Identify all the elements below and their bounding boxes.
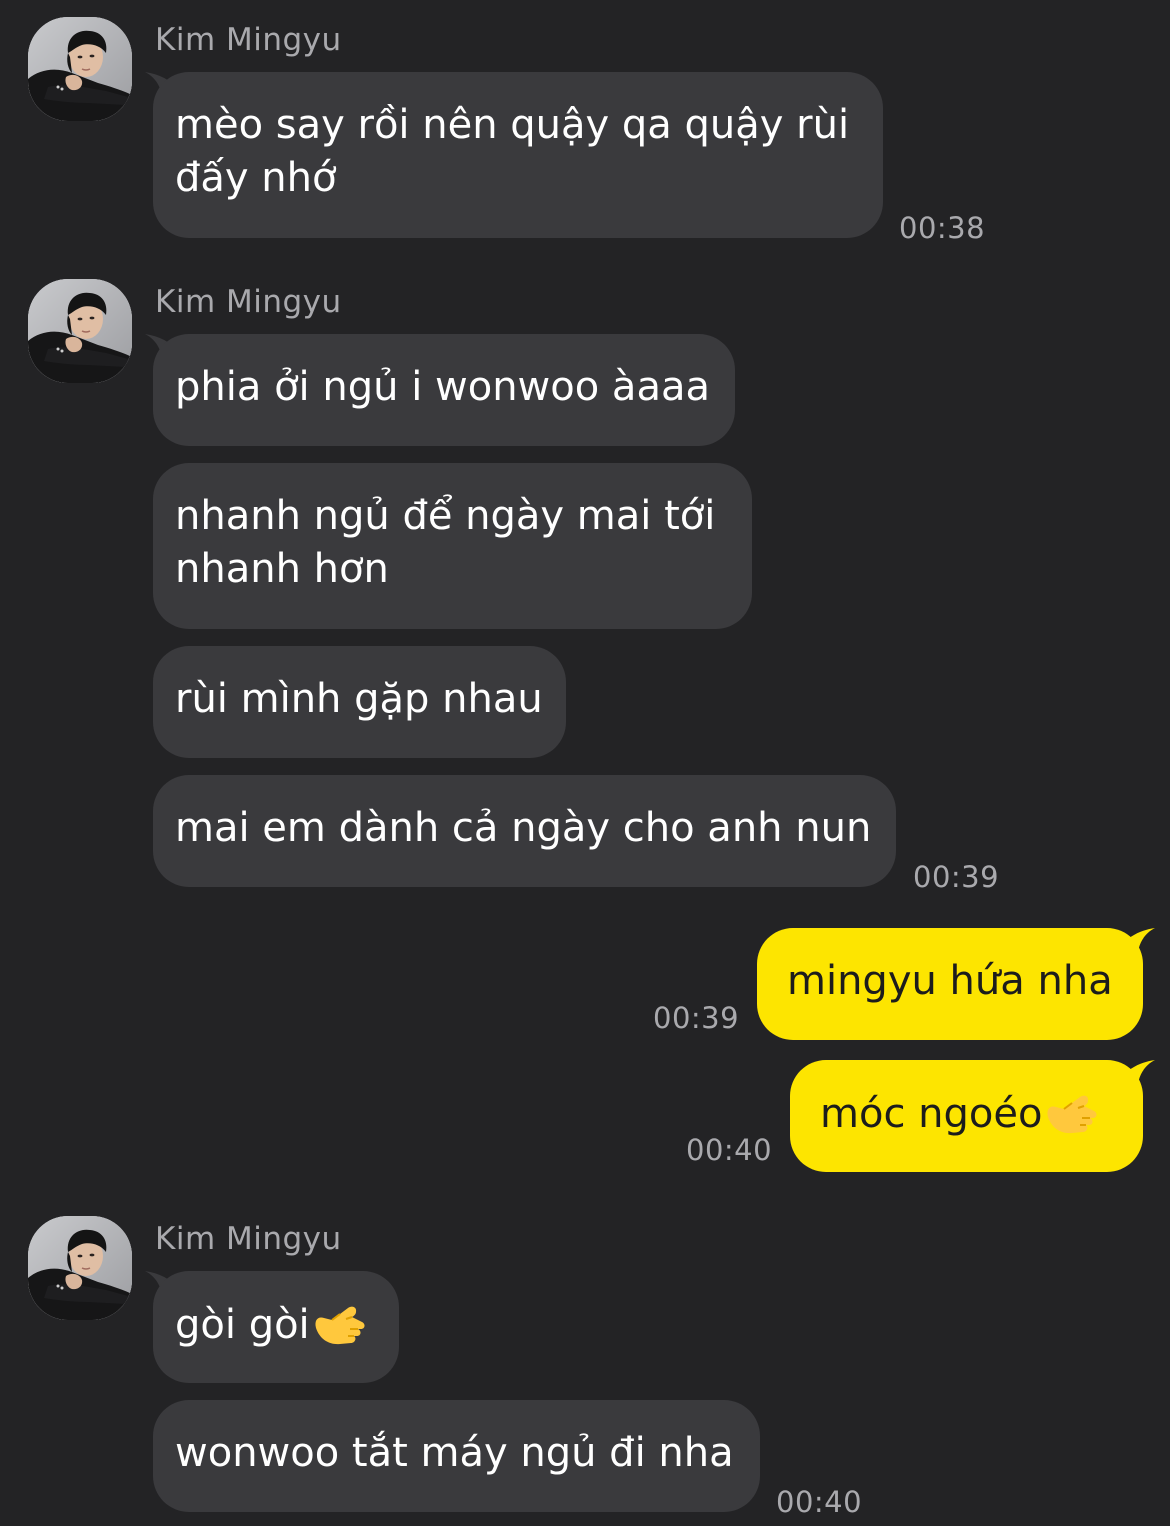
message-text: phia ởi ngủ i wonwoo àaaa xyxy=(175,364,710,410)
bubble-tail xyxy=(1121,1060,1155,1094)
message-text: gòi gòi xyxy=(175,1302,310,1348)
avatar[interactable] xyxy=(28,1216,132,1320)
message-text: mai em dành cả ngày cho anh nun xyxy=(175,805,872,851)
message-time: 00:40 xyxy=(776,1485,863,1519)
message-bubble[interactable]: nhanh ngủ để ngày mai tới nhanh hơn xyxy=(153,463,752,629)
message-text: mingyu hứa nha xyxy=(787,958,1113,1004)
sender-name: Kim Mingyu xyxy=(155,284,342,320)
call-me-hand-icon xyxy=(1042,1087,1098,1137)
message-bubble[interactable]: gòi gòi xyxy=(153,1271,399,1383)
message-text: mèo say rồi nên quậy qa quậy rùi đấy nhớ xyxy=(175,102,850,201)
sender-name: Kim Mingyu xyxy=(155,1221,342,1257)
message-time: 00:40 xyxy=(686,1133,773,1167)
message-bubble[interactable]: mèo say rồi nên quậy qa quậy rùi đấy nhớ xyxy=(153,72,883,238)
message-bubble-outgoing[interactable]: móc ngoéo xyxy=(790,1060,1143,1172)
message-text: móc ngoéo xyxy=(820,1091,1043,1137)
message-time: 00:39 xyxy=(913,860,1000,894)
message-bubble-outgoing[interactable]: mingyu hứa nha xyxy=(757,928,1143,1040)
message-time: 00:38 xyxy=(899,211,986,245)
bubble-tail xyxy=(1121,928,1155,962)
message-text: wonwoo tắt máy ngủ đi nha xyxy=(175,1430,734,1476)
call-me-hand-icon xyxy=(310,1298,366,1348)
message-text: nhanh ngủ để ngày mai tới nhanh hơn xyxy=(175,493,716,592)
avatar[interactable] xyxy=(28,17,132,121)
avatar[interactable] xyxy=(28,279,132,383)
message-text: rùi mình gặp nhau xyxy=(175,676,543,722)
message-time: 00:39 xyxy=(653,1001,740,1035)
sender-name: Kim Mingyu xyxy=(155,22,342,58)
message-bubble[interactable]: mai em dành cả ngày cho anh nun xyxy=(153,775,896,887)
message-bubble[interactable]: phia ởi ngủ i wonwoo àaaa xyxy=(153,334,735,446)
message-bubble[interactable]: rùi mình gặp nhau xyxy=(153,646,566,758)
message-bubble[interactable]: wonwoo tắt máy ngủ đi nha xyxy=(153,1400,760,1512)
